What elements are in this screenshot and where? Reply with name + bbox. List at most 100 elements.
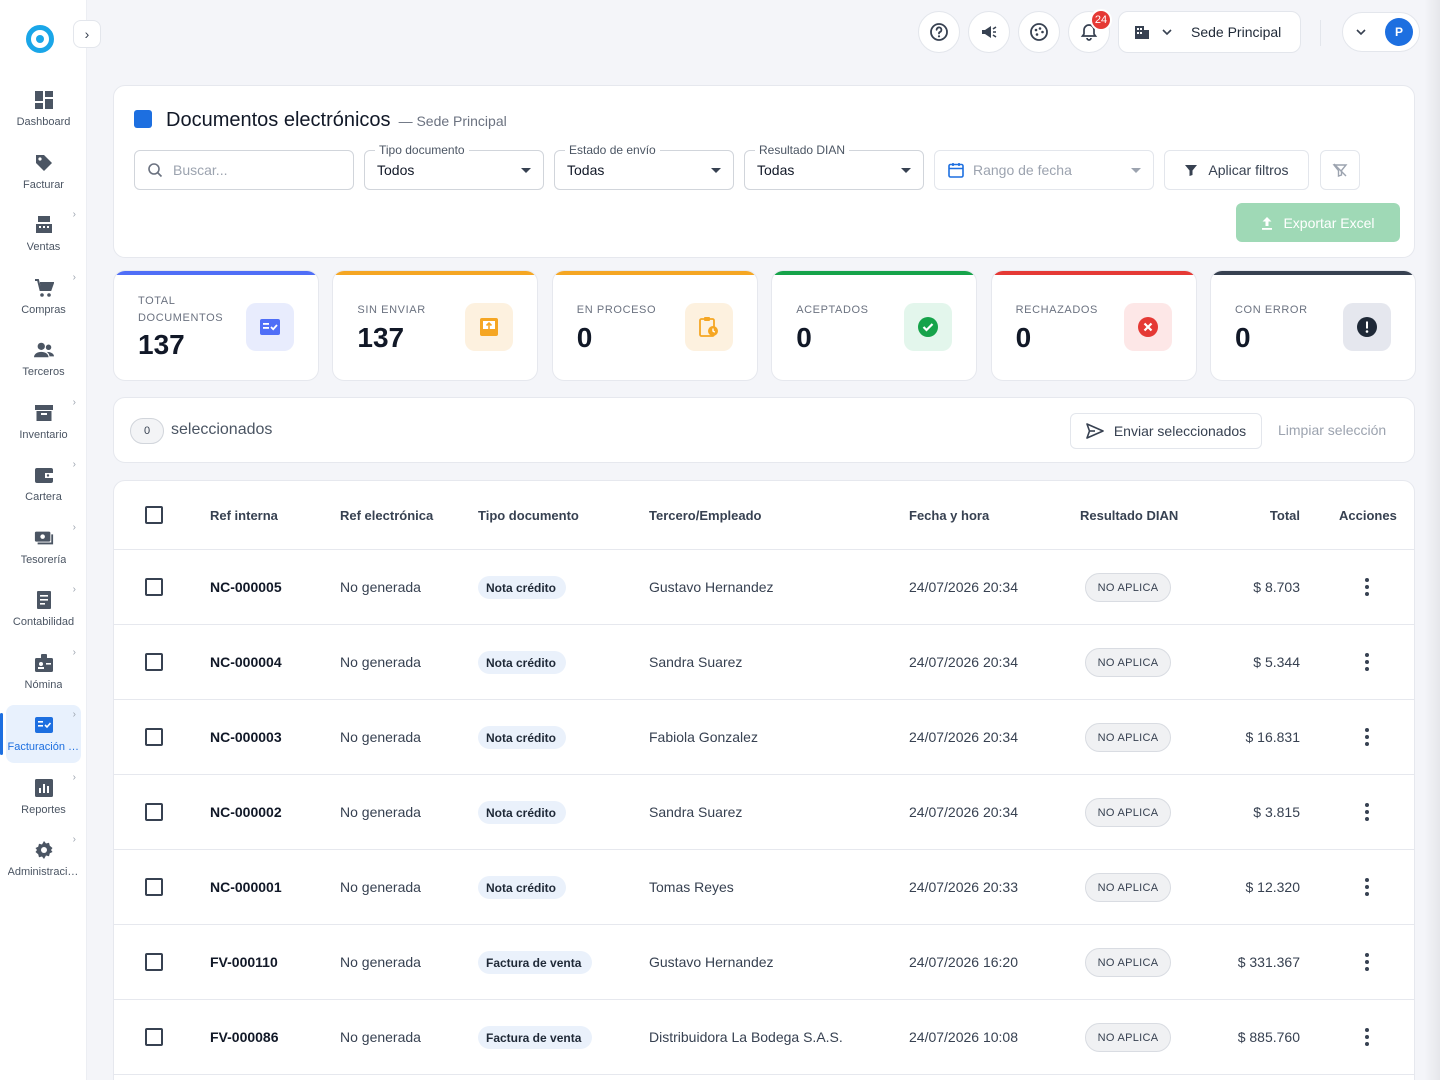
apply-filters-button[interactable]: Aplicar filtros bbox=[1164, 150, 1309, 190]
table-row[interactable]: NC-000001 No generada Nota crédito Tomas Re… bbox=[114, 850, 1414, 925]
cell-ref-interna[interactable]: NC-000002 bbox=[210, 804, 282, 820]
table-row[interactable]: NC-000003 No generada Nota crédito Fabiola … bbox=[114, 700, 1414, 775]
table-header: Ref interna Ref electrónica Tipo documen… bbox=[114, 481, 1414, 550]
cell-total: $ 8.703 bbox=[1253, 579, 1300, 595]
stat-card-aceptados[interactable]: ACEPTADOS 0 bbox=[771, 270, 978, 381]
filter-icon bbox=[1185, 165, 1198, 176]
sidebar-item-10[interactable]: Nómina › bbox=[6, 643, 81, 701]
stat-value: 137 bbox=[357, 322, 405, 353]
export-excel-button[interactable]: Exportar Excel bbox=[1236, 203, 1400, 242]
stat-card-accent bbox=[552, 271, 757, 275]
row-checkbox[interactable] bbox=[145, 878, 163, 896]
gear-icon bbox=[34, 840, 54, 860]
search-input[interactable]: Buscar... bbox=[134, 150, 354, 190]
column-tercero[interactable]: Tercero/Empleado bbox=[649, 508, 761, 523]
stat-card-con-error[interactable]: CON ERROR 0 bbox=[1210, 270, 1416, 381]
column-tipo-documento[interactable]: Tipo documento bbox=[478, 508, 579, 523]
search-placeholder: Buscar... bbox=[173, 162, 228, 178]
row-checkbox[interactable] bbox=[145, 803, 163, 821]
sidebar-item-11[interactable]: Facturación electrónica › bbox=[0, 705, 81, 763]
sidebar-item-3[interactable]: Ventas › bbox=[6, 205, 81, 263]
row-actions-kebab-icon[interactable] bbox=[1361, 653, 1373, 671]
collapse-sidebar-button[interactable]: › bbox=[73, 20, 101, 48]
sidebar-item-5[interactable]: Terceros bbox=[6, 330, 81, 388]
sidebar-item-2[interactable]: Facturar bbox=[6, 143, 81, 201]
page-title: Documentos electrónicos bbox=[166, 109, 391, 131]
cell-ref-interna[interactable]: NC-000003 bbox=[210, 729, 282, 745]
cell-ref-interna[interactable]: FV-000110 bbox=[210, 954, 278, 970]
stat-card-total-documentos[interactable]: TOTAL DOCUMENTOS 137 bbox=[113, 270, 319, 381]
column-total[interactable]: Total bbox=[1270, 508, 1300, 523]
cell-ref-interna[interactable]: FV-000086 bbox=[210, 1029, 279, 1045]
estado-envio-select[interactable]: Estado de envío Todas bbox=[554, 143, 734, 190]
tipo-documento-label: Tipo documento bbox=[375, 143, 469, 157]
clear-filters-button[interactable] bbox=[1320, 150, 1360, 190]
sede-selector[interactable]: Sede Principal bbox=[1118, 11, 1301, 53]
row-actions-kebab-icon[interactable] bbox=[1361, 1028, 1373, 1046]
topbar-divider bbox=[1320, 20, 1321, 46]
sidebar-item-7[interactable]: Cartera › bbox=[6, 455, 81, 513]
chevron-down-icon bbox=[1356, 29, 1366, 36]
column-resultado-dian[interactable]: Resultado DIAN bbox=[1080, 508, 1178, 523]
stat-label: TOTAL DOCUMENTOS bbox=[138, 295, 224, 324]
cell-ref-interna[interactable]: NC-000001 bbox=[210, 879, 282, 895]
user-menu-button[interactable]: P bbox=[1342, 12, 1420, 52]
notifications-button[interactable]: 24 bbox=[1068, 9, 1112, 53]
tipo-documento-pill: Nota crédito bbox=[478, 876, 566, 899]
app-logo[interactable] bbox=[26, 25, 54, 53]
clear-selection-button[interactable]: Limpiar selección bbox=[1278, 422, 1386, 438]
row-actions-kebab-icon[interactable] bbox=[1361, 953, 1373, 971]
sidebar-item-13[interactable]: Administración › bbox=[6, 830, 81, 888]
send-selected-label: Enviar seleccionados bbox=[1113, 423, 1247, 439]
table-row[interactable]: NC-000005 No generada Nota crédito Gustavo … bbox=[114, 550, 1414, 625]
cell-ref-electronica: No generada bbox=[340, 1029, 421, 1045]
cell-total: $ 331.367 bbox=[1237, 954, 1300, 970]
row-checkbox[interactable] bbox=[145, 1028, 163, 1046]
table-row[interactable]: FV-000086 No generada Factura de venta Dist… bbox=[114, 1000, 1414, 1075]
filters-card: Documentos electrónicos — Sede Principal… bbox=[113, 85, 1415, 258]
date-range-picker[interactable]: Rango de fecha bbox=[934, 150, 1154, 190]
row-actions-kebab-icon[interactable] bbox=[1361, 803, 1373, 821]
announcements-button[interactable] bbox=[968, 11, 1010, 53]
cell-ref-interna[interactable]: NC-000004 bbox=[210, 654, 282, 670]
help-button[interactable] bbox=[918, 11, 960, 53]
sidebar-item-12[interactable]: Reportes › bbox=[6, 768, 81, 826]
sidebar-item-1[interactable]: Dashboard bbox=[6, 80, 81, 138]
table-row[interactable]: NC-000004 No generada Nota crédito Sandra S… bbox=[114, 625, 1414, 700]
cell-ref-interna[interactable]: NC-000005 bbox=[210, 579, 282, 595]
column-ref-interna[interactable]: Ref interna bbox=[210, 508, 278, 523]
row-checkbox[interactable] bbox=[145, 578, 163, 596]
stat-card-rechazados[interactable]: RECHAZADOS 0 bbox=[990, 270, 1197, 381]
column-ref-electronica[interactable]: Ref electrónica bbox=[340, 508, 433, 523]
row-actions-kebab-icon[interactable] bbox=[1361, 728, 1373, 746]
filter-off-icon bbox=[1332, 163, 1348, 177]
row-checkbox[interactable] bbox=[145, 653, 163, 671]
stat-value: 0 bbox=[796, 322, 812, 353]
row-actions-kebab-icon[interactable] bbox=[1361, 578, 1373, 596]
theme-button[interactable] bbox=[1018, 11, 1060, 53]
column-fecha[interactable]: Fecha y hora bbox=[909, 508, 989, 523]
chevron-right-icon: › bbox=[72, 209, 76, 220]
resultado-dian-select[interactable]: Resultado DIAN Todas bbox=[744, 143, 924, 190]
row-checkbox[interactable] bbox=[145, 728, 163, 746]
sidebar-item-6[interactable]: Inventario › bbox=[6, 393, 81, 451]
stat-card-en-proceso[interactable]: EN PROCESO 0 bbox=[551, 270, 758, 381]
stat-card-sin-enviar[interactable]: SIN ENVIAR 137 bbox=[332, 270, 539, 381]
table-row[interactable]: FV-000110 No generada Factura de venta Gust… bbox=[114, 925, 1414, 1000]
stat-label: RECHAZADOS bbox=[1015, 304, 1098, 316]
sidebar-item-label: Inventario bbox=[19, 428, 68, 441]
sidebar-item-9[interactable]: Contabilidad › bbox=[6, 580, 81, 638]
cell-fecha: 24/07/2026 10:08 bbox=[909, 1029, 1018, 1045]
table-row[interactable]: NC-000002 No generada Nota crédito Sandra S… bbox=[114, 775, 1414, 850]
row-checkbox[interactable] bbox=[145, 953, 163, 971]
sidebar-item-label: Nómina bbox=[24, 678, 63, 691]
select-all-checkbox[interactable] bbox=[145, 506, 163, 524]
stat-label: ACEPTADOS bbox=[796, 304, 869, 316]
cell-total: $ 5.344 bbox=[1253, 654, 1300, 670]
sidebar-item-4[interactable]: Compras › bbox=[6, 268, 81, 326]
tipo-documento-select[interactable]: Tipo documento Todos bbox=[364, 143, 544, 190]
row-actions-kebab-icon[interactable] bbox=[1361, 878, 1373, 896]
send-selected-button[interactable]: Enviar seleccionados bbox=[1070, 413, 1262, 449]
stat-value: 137 bbox=[138, 329, 185, 360]
sidebar-item-8[interactable]: Tesorería › bbox=[6, 518, 81, 576]
